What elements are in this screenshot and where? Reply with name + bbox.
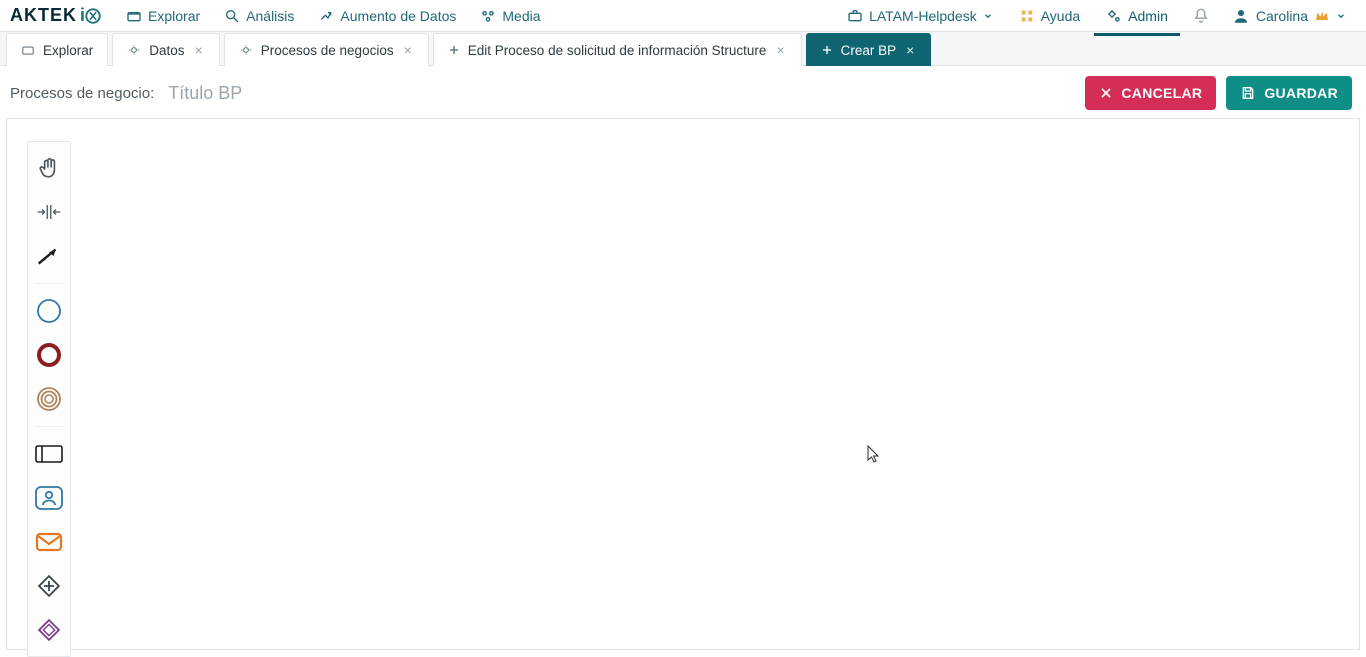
arrow-up-icon [318,8,334,24]
tool-end-event[interactable] [31,335,67,375]
tool-fit[interactable] [31,192,67,232]
nav-label: Explorar [148,8,200,24]
notifications-bell[interactable] [1182,1,1220,31]
nav-label: Admin [1128,8,1168,24]
top-nav: AKTEKi Explorar Análisis Aumento de Dato… [0,0,1366,32]
close-icon[interactable]: × [402,43,414,57]
nav-explorar[interactable]: Explorar [114,2,212,30]
tool-connector[interactable] [31,236,67,276]
nav-label: Aumento de Datos [340,8,456,24]
cancel-button[interactable]: CANCELAR [1085,76,1216,110]
briefcase-icon [847,8,863,24]
close-icon [1099,86,1113,100]
chevron-down-icon [983,11,993,21]
diamond-outline-icon [35,616,63,644]
magnifier-icon [224,8,240,24]
tool-pan[interactable] [31,148,67,188]
gear-icon [1106,8,1122,24]
connector-arrow-icon [35,244,63,268]
close-icon[interactable]: × [774,43,786,57]
nav-media[interactable]: Media [468,2,552,30]
tool-message-task[interactable] [31,522,67,562]
save-button[interactable]: GUARDAR [1226,76,1352,110]
hand-icon [36,155,62,181]
circle-double-icon [35,385,63,413]
nav-label: Ayuda [1041,8,1080,24]
folder-icon [126,8,142,24]
help-icon [1019,8,1035,24]
title-action-bar: Procesos de negocio: CANCELAR GUARDAR [0,66,1366,122]
user-task-icon [34,485,64,511]
nav-aumento[interactable]: Aumento de Datos [306,2,468,30]
user-icon [1232,7,1250,25]
workspace-label: LATAM-Helpdesk [869,8,977,24]
task-rect-icon [34,443,64,465]
workspace-picker[interactable]: LATAM-Helpdesk [835,2,1005,30]
bpmn-tool-palette [27,141,71,657]
diamond-plus-icon [35,572,63,600]
tab-edit-bp[interactable]: Edit Proceso de solicitud de información… [433,33,802,66]
tool-start-event[interactable] [31,291,67,331]
nav-label: Análisis [246,8,294,24]
tool-gateway-xor[interactable] [31,610,67,650]
user-menu[interactable]: Carolina [1222,1,1356,31]
button-label: GUARDAR [1264,85,1338,101]
close-icon[interactable]: × [904,43,916,57]
fit-horizontal-icon [36,202,62,222]
tab-label: Explorar [43,43,93,58]
tool-gateway[interactable] [31,566,67,606]
tab-label: Crear BP [841,43,897,58]
tool-intermediate-event[interactable] [31,379,67,419]
tab-explorar[interactable]: Explorar [6,33,108,66]
tool-user-task[interactable] [31,478,67,518]
folder-icon [21,43,35,57]
brand-logo: AKTEKi [10,5,102,26]
bell-icon [1192,7,1210,25]
crown-icon [1314,9,1330,23]
tab-datos[interactable]: Datos × [112,33,219,66]
circle-thick-icon [35,341,63,369]
plus-icon [448,44,460,56]
tab-label: Edit Proceso de solicitud de información… [468,43,767,58]
button-label: CANCELAR [1121,85,1202,101]
user-name: Carolina [1256,8,1308,24]
nav-ayuda[interactable]: Ayuda [1007,2,1092,30]
breadcrumb-label: Procesos de negocio: [10,85,154,102]
tab-procesos[interactable]: Procesos de negocios × [224,33,429,66]
bpmn-canvas[interactable] [6,118,1360,650]
tab-crear-bp[interactable]: Crear BP × [806,33,932,66]
tab-label: Datos [149,43,184,58]
nav-label: Media [502,8,540,24]
gear-icon [239,43,253,57]
close-icon[interactable]: × [193,43,205,57]
plus-icon [821,44,833,56]
cursor-icon [867,445,881,465]
mail-task-icon [34,530,64,554]
gear-icon [127,43,141,57]
chevron-down-icon [1336,11,1346,21]
tab-label: Procesos de negocios [261,43,394,58]
bp-title-input[interactable] [164,81,664,106]
tool-task[interactable] [31,434,67,474]
media-icon [480,8,496,24]
circle-thin-icon [35,297,63,325]
open-tabs-bar: Explorar Datos × Procesos de negocios × … [0,32,1366,66]
nav-analisis[interactable]: Análisis [212,2,306,30]
nav-admin[interactable]: Admin [1094,2,1180,30]
save-icon [1240,85,1256,101]
right-nav: LATAM-Helpdesk Ayuda Admin Carolina [835,1,1356,31]
